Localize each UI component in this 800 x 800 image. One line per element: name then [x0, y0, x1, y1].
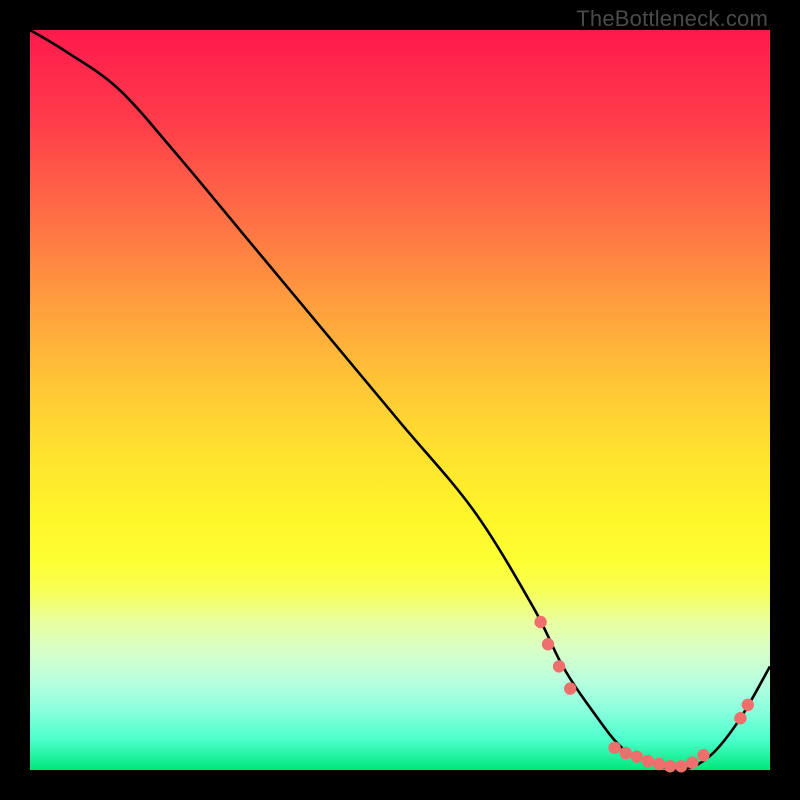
data-marker: [734, 712, 746, 724]
data-marker: [631, 750, 643, 762]
data-marker: [664, 760, 676, 772]
data-marker: [675, 760, 687, 772]
data-marker: [534, 616, 546, 628]
data-marker: [542, 638, 554, 650]
data-marker: [553, 660, 565, 672]
watermark-text: TheBottleneck.com: [576, 6, 768, 32]
data-marker: [742, 699, 754, 711]
data-marker: [564, 682, 576, 694]
data-marker: [642, 755, 654, 767]
bottleneck-curve: [30, 30, 770, 770]
data-marker: [697, 749, 709, 761]
data-marker: [653, 758, 665, 770]
data-marker: [608, 742, 620, 754]
plot-area: [30, 30, 770, 770]
data-marker: [686, 756, 698, 768]
chart-frame: TheBottleneck.com: [0, 0, 800, 800]
marker-group: [534, 616, 754, 773]
data-marker: [620, 747, 632, 759]
curve-svg: [30, 30, 770, 770]
